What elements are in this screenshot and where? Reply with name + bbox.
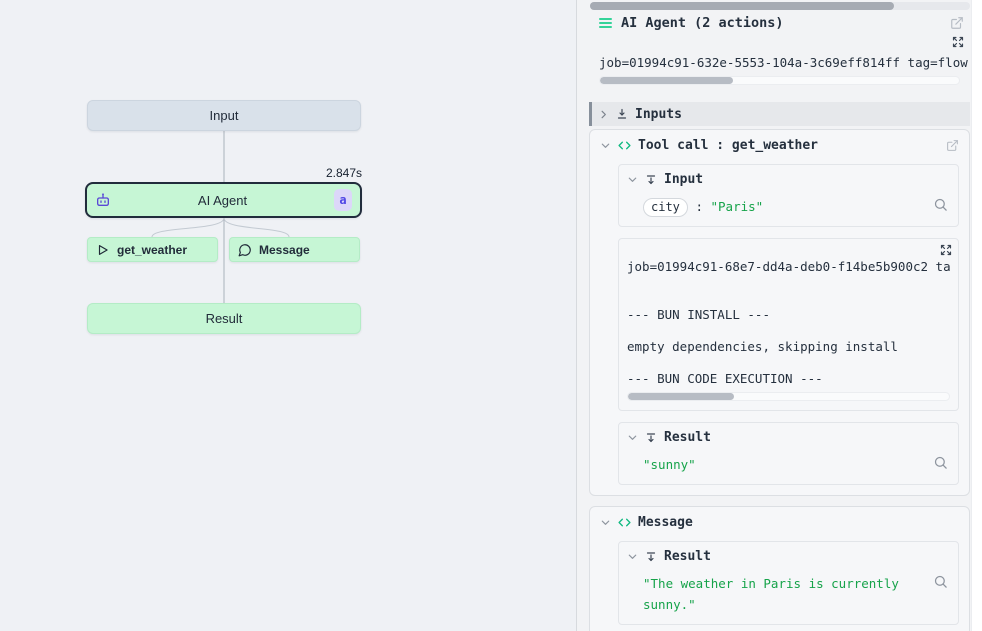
job-id-line: job=01994c91-632e-5553-104a-3c69eff814ff…: [589, 55, 970, 70]
node-result[interactable]: Result: [87, 303, 361, 334]
tool-result-label: Result: [664, 430, 711, 445]
tool-log-output: job=01994c91-68e7-dd4a-deb0-f14be5b900c2…: [627, 259, 950, 387]
arg-value: "Paris": [711, 199, 764, 214]
node-input-label: Input: [88, 108, 360, 123]
node-result-label: Result: [88, 311, 360, 326]
message-result-label: Result: [664, 549, 711, 564]
tool-input-subsection: Input city : "Paris": [618, 164, 959, 227]
panel-title: AI Agent (2 actions): [621, 15, 941, 31]
chevron-down-icon[interactable]: [600, 140, 611, 151]
open-run-external-link-icon[interactable]: [950, 16, 964, 30]
node-message-label: Message: [259, 243, 310, 257]
scrollbar-thumb[interactable]: [590, 2, 894, 10]
search-icon[interactable]: [933, 455, 948, 470]
panel-horizontal-scrollbar[interactable]: [590, 2, 970, 10]
arrow-down-from-line-icon: [645, 551, 657, 563]
arg-key-pill: city: [643, 198, 688, 217]
node-message[interactable]: Message: [229, 237, 360, 262]
tool-call-external-link-icon[interactable]: [946, 139, 959, 152]
message-section: Message Result "The weather in Paris is …: [589, 506, 970, 631]
node-get-weather[interactable]: get_weather: [87, 237, 218, 262]
node-agent-label: AI Agent: [111, 193, 334, 208]
search-icon[interactable]: [933, 574, 948, 589]
tool-result-subsection: Result "sunny": [618, 422, 959, 485]
arrow-down-from-line-icon: [645, 174, 657, 186]
tool-result-row: "sunny": [643, 454, 950, 475]
code-icon: [618, 139, 631, 152]
tool-input-arg-row: city : "Paris": [643, 196, 950, 217]
play-icon: [96, 243, 110, 257]
message-result-row: "The weather in Paris is currently sunny…: [643, 573, 950, 615]
arrow-down-from-line-icon: [645, 432, 657, 444]
agent-duration: 2.847s: [85, 166, 362, 180]
message-result-value: "The weather in Paris is currently sunny…: [643, 576, 899, 612]
arrow-down-to-line-icon: [616, 108, 628, 120]
tool-call-title: Tool call : get_weather: [638, 138, 939, 153]
tool-log-subsection: job=01994c91-68e7-dd4a-deb0-f14be5b900c2…: [618, 238, 959, 411]
tool-call-section: Tool call : get_weather Input city :: [589, 129, 970, 496]
chevron-down-icon[interactable]: [600, 517, 611, 528]
panel-header: AI Agent (2 actions): [589, 15, 970, 31]
panel-vertical-scrollbar[interactable]: [971, 0, 982, 631]
message-result-subsection: Result "The weather in Paris is currentl…: [618, 541, 959, 625]
inputs-section-label: Inputs: [635, 107, 682, 122]
menu-icon: [599, 18, 612, 28]
search-icon[interactable]: [933, 197, 948, 212]
bot-icon: [95, 192, 111, 208]
tool-result-value: "sunny": [643, 457, 696, 472]
run-progress-bar: [599, 76, 960, 85]
node-tool-label: get_weather: [117, 243, 187, 257]
tool-progress-bar: [627, 392, 950, 401]
chevron-down-icon[interactable]: [627, 551, 638, 562]
node-input[interactable]: Input: [87, 100, 361, 131]
expand-logs-icon[interactable]: [952, 36, 964, 48]
node-ai-agent[interactable]: AI Agent a: [85, 182, 362, 218]
tool-input-label: Input: [664, 172, 703, 187]
expand-logs-icon[interactable]: [940, 244, 952, 256]
chevron-down-icon[interactable]: [627, 432, 638, 443]
message-bubble-icon: [238, 243, 252, 257]
run-details-panel: AI Agent (2 actions) job=01994c91-632e-5…: [576, 0, 982, 631]
chevron-right-icon: [598, 109, 609, 120]
colon: :: [695, 199, 703, 214]
code-icon: [618, 516, 631, 529]
agent-badge[interactable]: a: [334, 189, 352, 211]
chevron-down-icon[interactable]: [627, 174, 638, 185]
message-section-title: Message: [638, 515, 959, 530]
flow-canvas[interactable]: Input 2.847s AI Agent a get_weather Mess…: [0, 0, 576, 631]
inputs-section-toggle[interactable]: Inputs: [589, 102, 970, 126]
